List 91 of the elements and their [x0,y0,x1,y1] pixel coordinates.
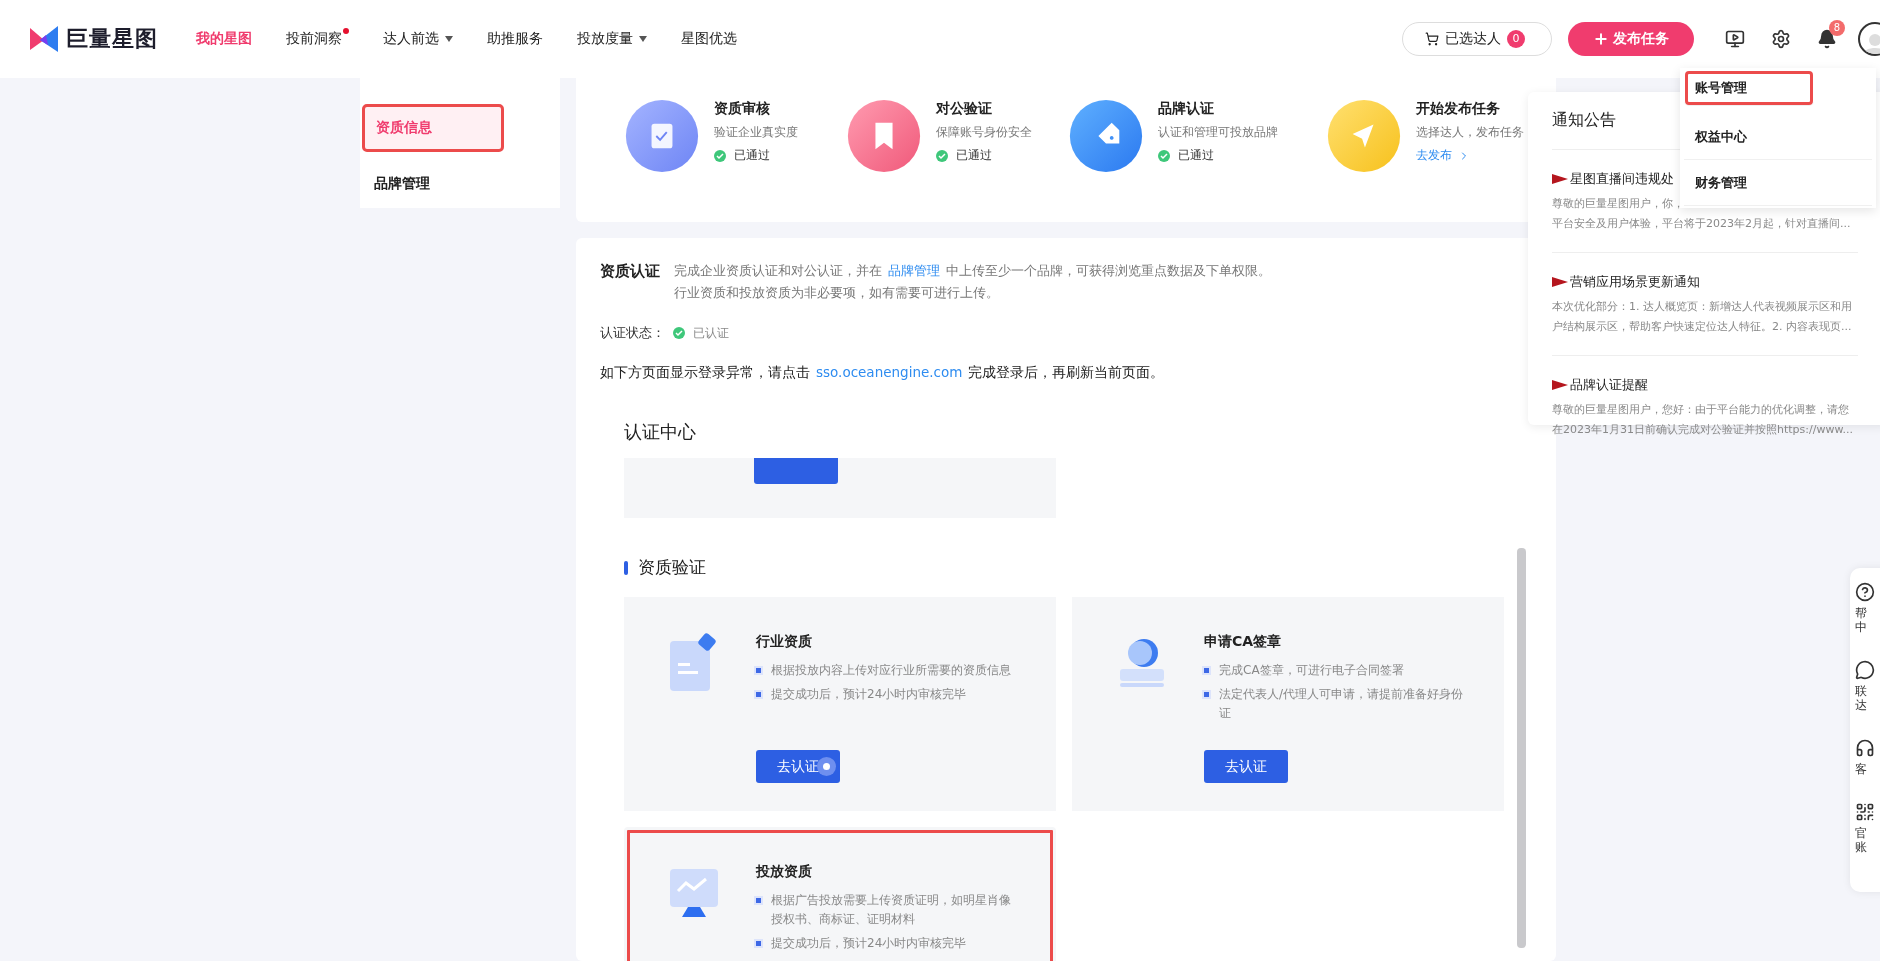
section-title: 资质认证 [600,262,660,282]
bell-icon [1817,29,1837,49]
step-icon [1068,98,1144,174]
bullet-icon [1204,668,1209,673]
bullet-icon [756,898,761,903]
bullet-icon [756,668,761,673]
step-icon [624,98,700,174]
step-description: 验证企业真实度 [714,124,798,141]
center-title: 认证中心 [624,420,697,444]
status-text: 已通过 [734,147,770,164]
video-button[interactable] [1725,29,1745,49]
flag-icon [1552,380,1568,390]
check-icon [673,327,685,339]
bullet-icon [1204,692,1209,697]
notice-text: 本次优化部分：1. 达人概览页：新增达人代表视频展示区和用 [1552,299,1853,315]
card-title: 投放资质 [756,863,813,881]
notice-text: 在2023年1月31日前确认完成对公验证并按照https://www... [1552,422,1854,438]
nav-item[interactable]: 助推服务 [487,30,543,48]
step-description: 选择达人，发布任务 [1416,124,1524,141]
bullet-text: 法定代表人/代理人可申请，请提前准备好身份证 [1219,686,1465,722]
notice-text: 尊敬的巨量星图用户，你， [1552,196,1685,212]
nav-item[interactable]: 投前洞察 [286,30,349,48]
settings-icon [1771,29,1791,49]
status-text: 已通过 [1178,147,1214,164]
status-text: 已通过 [956,147,992,164]
bullet-text: 根据投放内容上传对应行业所需要的资质信息 [771,662,1012,679]
help-bar-item[interactable]: 帮 中 [1855,582,1880,634]
nav-item[interactable]: 星图优选 [681,30,737,48]
scrollbar[interactable] [1517,548,1526,948]
cart-icon [1425,32,1439,46]
step-description: 认证和管理可投放品牌 [1158,124,1278,141]
count-badge: 8 [1829,20,1845,36]
card-title: 行业资质 [756,633,813,651]
menu-item[interactable]: 账号管理 [1684,70,1814,106]
notice-title[interactable]: 星图直播间违规处 [1570,170,1674,188]
notification-dot [343,28,349,34]
help-item-icon [1855,802,1875,822]
bullet-icon [756,692,761,697]
logo-text: 巨量星图 [66,25,158,53]
nav-item[interactable]: 我的星图 [196,30,252,48]
step-title: 品牌认证 [1158,100,1215,118]
help-item-icon [1855,738,1875,758]
brand-management-link[interactable]: 品牌管理 [888,263,940,278]
bullet-text: 完成CA签章，可进行电子合同签署 [1219,662,1405,679]
check-icon [1158,149,1170,162]
certify-button[interactable]: 去认证 [1204,750,1288,783]
status-label: 认证状态： [600,324,665,342]
notice-text: 户结构展示区，帮助客户快速定位达人特征。2. 内容表现页... [1552,319,1853,335]
bullet-text: 提交成功后，预计24小时内审核完毕 [771,935,968,952]
count-badge: 0 [1507,30,1525,48]
certify-button[interactable]: 去认证 [756,750,840,783]
sso-link[interactable]: sso.oceanengine.com [816,364,963,380]
caret-icon [445,36,453,42]
logo-icon [28,26,60,52]
step-icon [1326,98,1402,174]
help-bar-item[interactable]: 客 [1855,738,1880,776]
notice-text: 平台安全及用户体验，平台将于2023年2月起，针对直播间... [1552,216,1852,232]
settings-button[interactable] [1771,29,1791,49]
publish-link[interactable]: 去发布 [1416,147,1470,164]
selected-creators-button[interactable]: 已选达人 0 [1402,22,1552,56]
bullet-icon [756,941,761,946]
bullet-text: 根据广告投放需要上传资质证明，如明星肖像授权书、商标证、证明材料 [771,892,1012,928]
section-title: 资质验证 [638,556,706,579]
help-item-icon [1855,582,1875,602]
check-icon [936,149,948,162]
notice-title[interactable]: 品牌认证提醒 [1570,376,1648,394]
flag-icon [1552,174,1568,184]
publish-task-button[interactable]: 发布任务 [1568,22,1694,56]
caret-icon [639,36,647,42]
step-title: 对公验证 [936,100,993,118]
description-text: 完成企业资质认证和对公认证，并在 品牌管理 中上传至少一个品牌，可获得浏览重点数据及下单权限。 [674,262,1271,280]
card-title: 申请CA签章 [1204,633,1283,651]
step-icon [846,98,922,174]
check-icon [714,149,726,162]
step-title: 开始发布任务 [1416,100,1501,118]
nav-item[interactable]: 达人前选 [383,30,453,48]
notice-text: 尊敬的巨量星图用户，您好：由于平台能力的优化调整，请您 [1552,402,1850,418]
bullet-text: 提交成功后，预计24小时内审核完毕 [771,686,968,703]
step-description: 保障账号身份安全 [936,124,1032,141]
notice-title[interactable]: 营销应用场景更新通知 [1570,273,1700,291]
video-icon [1725,29,1745,49]
help-bar-item[interactable]: 官 账 [1855,802,1880,854]
flag-icon [1552,277,1568,287]
notifications-button[interactable] [1817,29,1837,49]
help-item-icon [1855,660,1875,680]
nav-item[interactable]: 投放度量 [577,30,647,48]
help-bar-item[interactable]: 联 达 [1855,660,1880,712]
step-title: 资质审核 [714,100,771,118]
description-text: 行业资质和投放资质为非必要项，如有需要可进行上传。 [674,284,1000,302]
plus-icon [1593,31,1609,47]
status-text: 已认证 [693,324,729,342]
